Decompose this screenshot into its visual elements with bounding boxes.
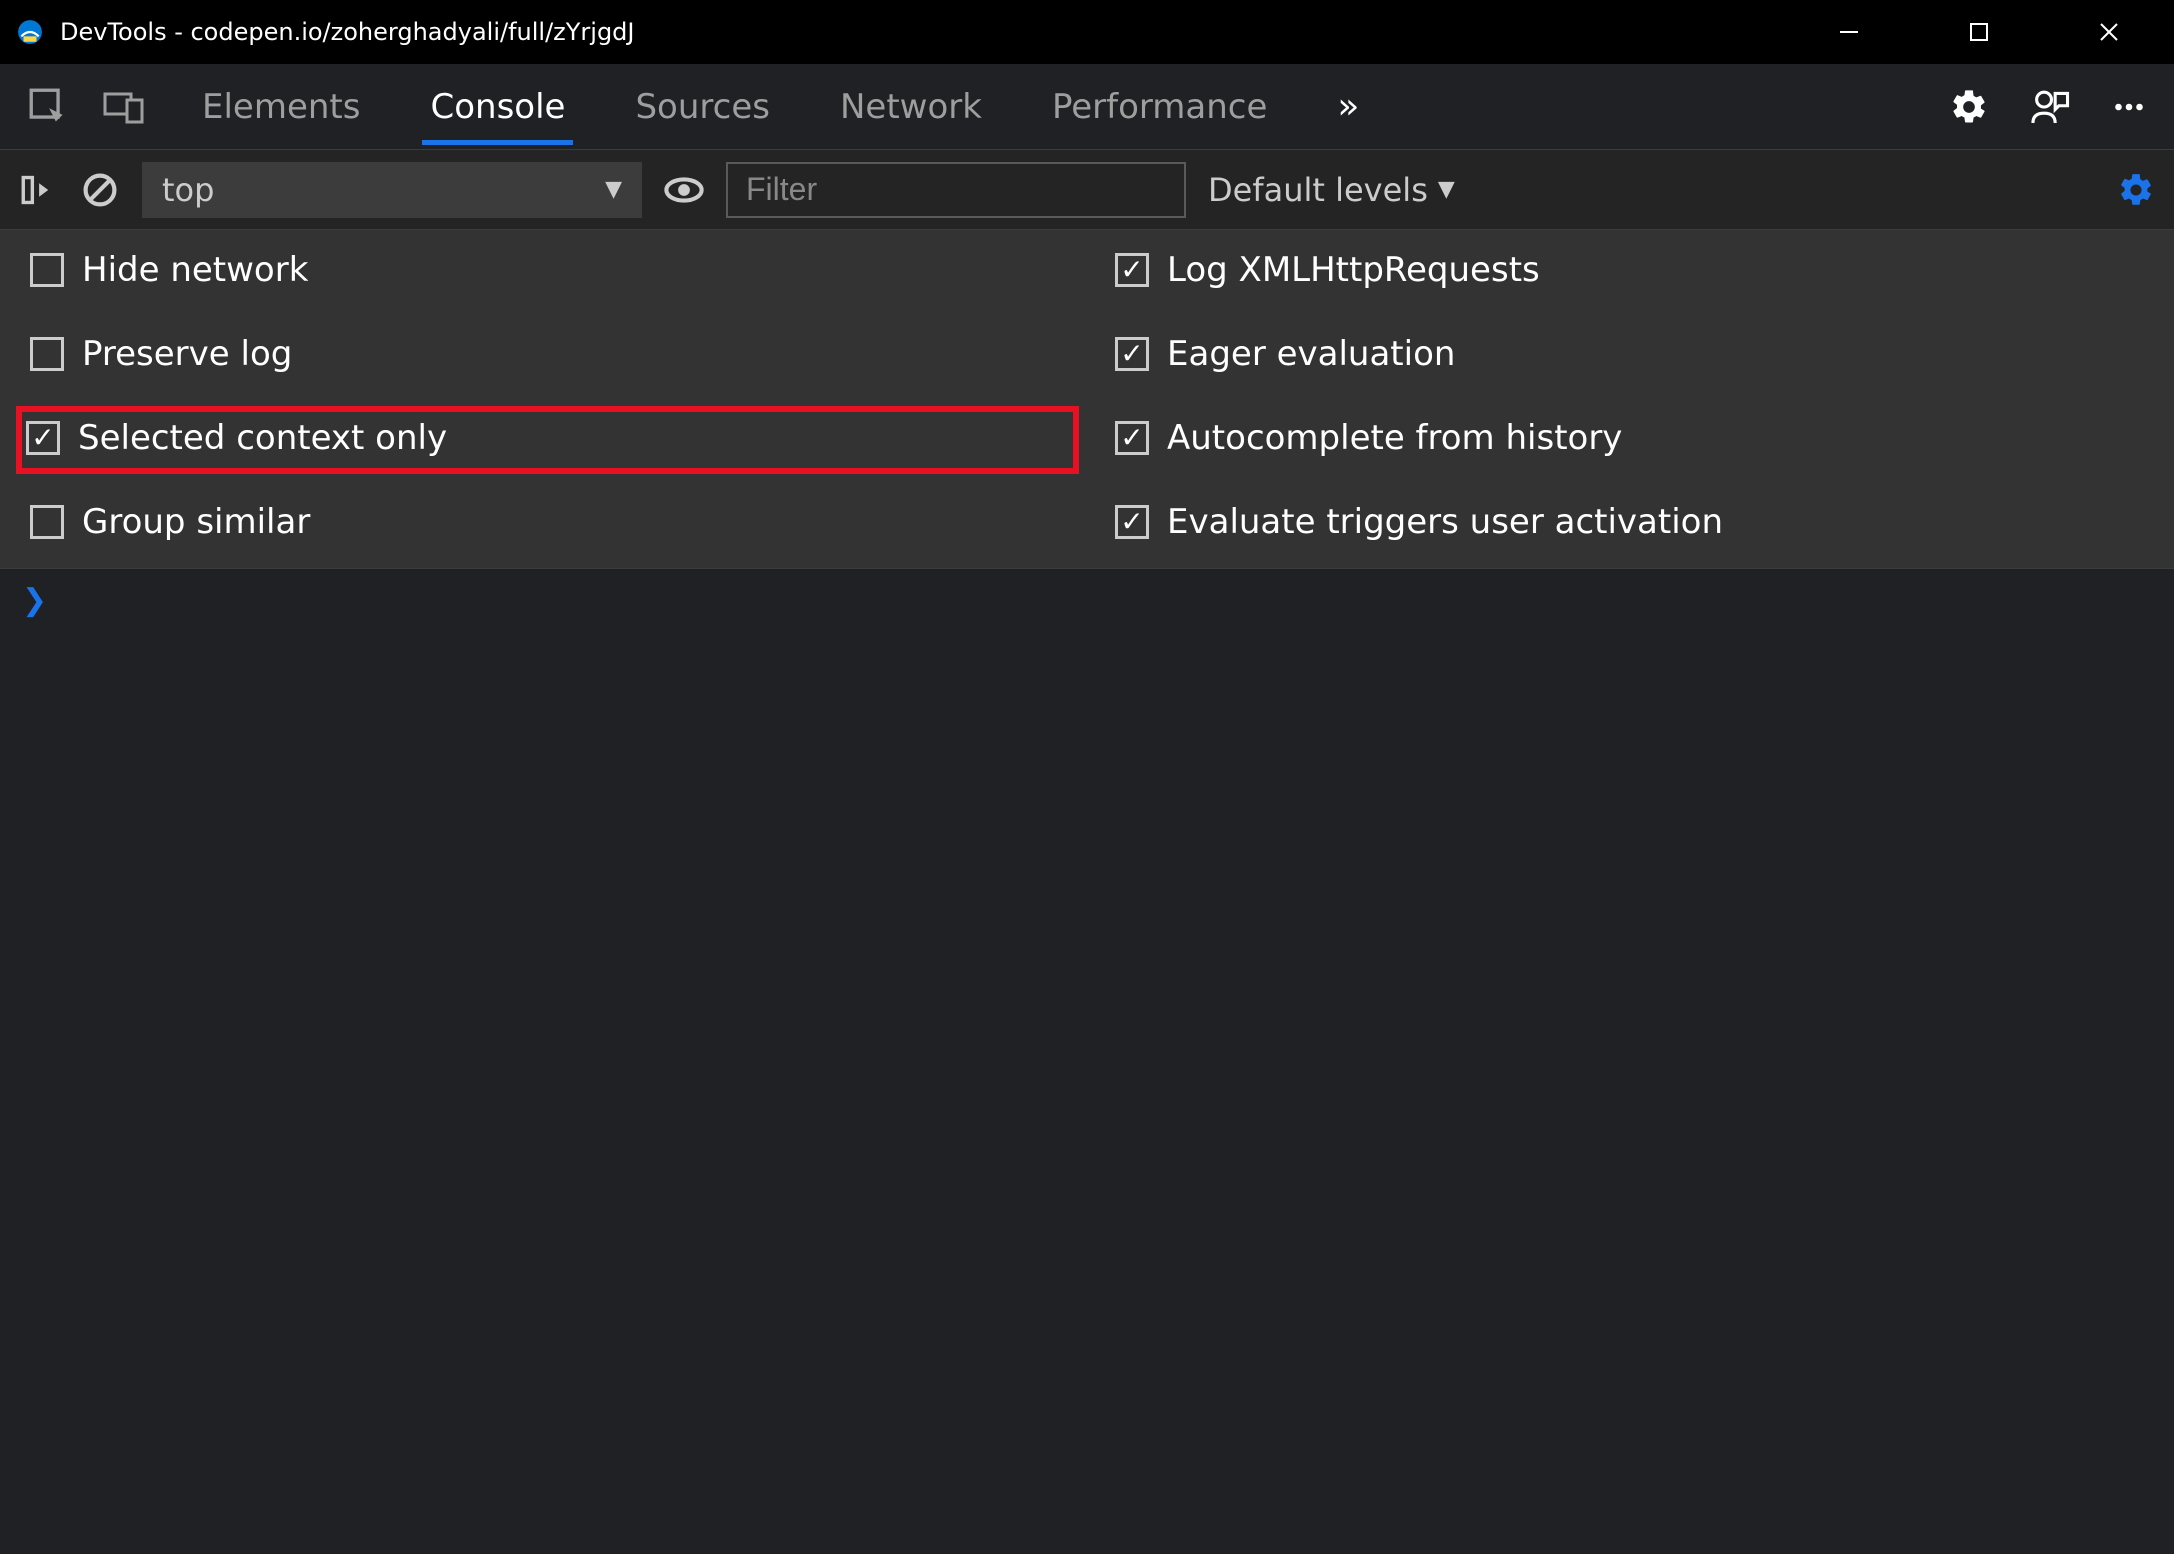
- checkbox[interactable]: [1115, 421, 1149, 455]
- tabs-overflow-button[interactable]: »: [1317, 86, 1379, 127]
- setting-label: Hide network: [82, 250, 308, 290]
- context-selector[interactable]: top ▼: [142, 162, 642, 218]
- console-prompt-icon: ❯: [22, 583, 47, 618]
- setting-autocomplete-history[interactable]: Autocomplete from history: [1107, 414, 2152, 462]
- setting-hide-network[interactable]: Hide network: [22, 246, 1067, 294]
- setting-group-similar[interactable]: Group similar: [22, 498, 1067, 546]
- console-settings-panel: Hide network Preserve log Selected conte…: [0, 230, 2174, 569]
- checkbox[interactable]: [26, 421, 60, 455]
- setting-label: Group similar: [82, 502, 310, 542]
- tab-sources[interactable]: Sources: [615, 75, 790, 139]
- more-options-icon[interactable]: [2104, 82, 2154, 132]
- checkbox[interactable]: [30, 337, 64, 371]
- console-settings-gear-icon[interactable]: [2116, 170, 2156, 210]
- device-toolbar-icon[interactable]: [94, 77, 154, 137]
- tab-network[interactable]: Network: [820, 75, 1002, 139]
- window-title: DevTools - codepen.io/zoherghadyali/full…: [60, 18, 1784, 46]
- tab-elements[interactable]: Elements: [182, 75, 380, 139]
- chevron-down-icon: ▼: [1438, 177, 1455, 202]
- settings-right-column: Log XMLHttpRequests Eager evaluation Aut…: [1107, 246, 2152, 546]
- setting-preserve-log[interactable]: Preserve log: [22, 330, 1067, 378]
- setting-label: Log XMLHttpRequests: [1167, 250, 1540, 290]
- console-body[interactable]: ❯: [0, 569, 2174, 1554]
- checkbox[interactable]: [1115, 505, 1149, 539]
- setting-log-xhr[interactable]: Log XMLHttpRequests: [1107, 246, 2152, 294]
- settings-gear-icon[interactable]: [1944, 82, 1994, 132]
- inspect-element-icon[interactable]: [18, 77, 78, 137]
- window-titlebar: DevTools - codepen.io/zoherghadyali/full…: [0, 0, 2174, 64]
- setting-label: Eager evaluation: [1167, 334, 1455, 374]
- live-expression-icon[interactable]: [664, 170, 704, 210]
- tab-performance[interactable]: Performance: [1032, 75, 1287, 139]
- maximize-button[interactable]: [1914, 0, 2044, 64]
- settings-left-column: Hide network Preserve log Selected conte…: [22, 246, 1067, 546]
- context-label: top: [162, 171, 214, 209]
- checkbox[interactable]: [30, 505, 64, 539]
- setting-selected-context-only[interactable]: Selected context only: [16, 406, 1079, 474]
- checkbox[interactable]: [30, 253, 64, 287]
- setting-label: Autocomplete from history: [1167, 418, 1622, 458]
- filter-input[interactable]: [726, 162, 1186, 218]
- checkbox[interactable]: [1115, 337, 1149, 371]
- tab-list: Elements Console Sources Network Perform…: [182, 75, 1944, 139]
- setting-label: Selected context only: [78, 418, 447, 458]
- setting-evaluate-user-activation[interactable]: Evaluate triggers user activation: [1107, 498, 2152, 546]
- devtools-tabbar: Elements Console Sources Network Perform…: [0, 64, 2174, 150]
- checkbox[interactable]: [1115, 253, 1149, 287]
- minimize-button[interactable]: [1784, 0, 1914, 64]
- setting-eager-evaluation[interactable]: Eager evaluation: [1107, 330, 2152, 378]
- setting-label: Preserve log: [82, 334, 292, 374]
- toggle-sidebar-icon[interactable]: [18, 170, 58, 210]
- app-icon: [16, 18, 44, 46]
- chevron-down-icon: ▼: [605, 177, 622, 202]
- close-button[interactable]: [2044, 0, 2174, 64]
- console-toolbar: top ▼ Default levels ▼: [0, 150, 2174, 230]
- setting-label: Evaluate triggers user activation: [1167, 502, 1723, 542]
- window-controls: [1784, 0, 2174, 64]
- log-levels-label: Default levels: [1208, 171, 1428, 209]
- log-levels-selector[interactable]: Default levels ▼: [1208, 171, 1455, 209]
- feedback-icon[interactable]: [2024, 82, 2074, 132]
- clear-console-icon[interactable]: [80, 170, 120, 210]
- tab-console[interactable]: Console: [410, 75, 585, 139]
